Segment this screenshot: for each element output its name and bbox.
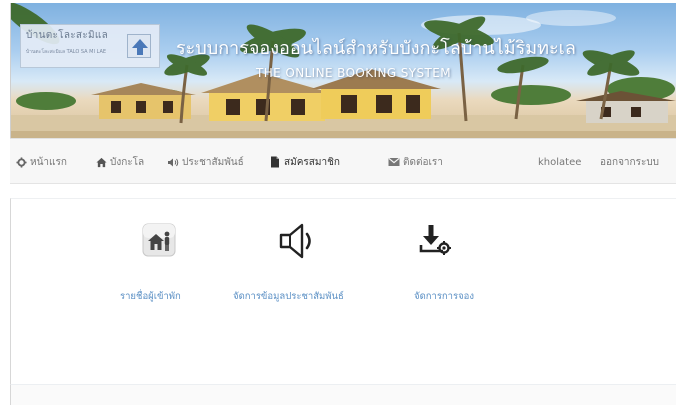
admin-dashboard: รายชื่อผู้เข้าพัก จัดการข้อมูลประชาสัมพั…: [10, 198, 676, 384]
manage-announcements-tile[interactable]: จัดการข้อมูลประชาสัมพันธ์: [231, 199, 381, 309]
tenant-list-label: รายชื่อผู้เข้าพัก: [120, 291, 181, 302]
site-subtitle: THE ONLINE BOOKING SYSTEM: [256, 66, 452, 80]
speaker-icon: [167, 156, 179, 168]
tenant-list-tile[interactable]: รายชื่อผู้เข้าพัก: [111, 199, 221, 309]
nav-announcements-label: ประชาสัมพันธ์: [182, 156, 244, 168]
site-logo[interactable]: บ้านตะโละสะมิแล บ้านตะโละสะมิแล TALO SA …: [20, 24, 160, 68]
nav-register[interactable]: สมัครสมาชิก: [269, 154, 340, 170]
nav-logout[interactable]: ออกจากระบบ: [600, 154, 659, 170]
logo-text: บ้านตะโละสะมิแล: [26, 30, 109, 41]
speaker-outline-icon: [278, 221, 322, 265]
gear-icon: [15, 156, 27, 168]
nav-bungalow-label: บังกะโล: [110, 156, 145, 168]
manage-announcements-label: จัดการข้อมูลประชาสัมพันธ์: [233, 291, 344, 302]
manage-bookings-label: จัดการการจอง: [414, 291, 475, 302]
nav-register-label: สมัครสมาชิก: [284, 156, 340, 168]
nav-bungalow[interactable]: บังกะโล: [95, 154, 144, 170]
nav-logout-label: ออกจากระบบ: [600, 156, 660, 168]
nav-username-label: kholatee: [538, 156, 582, 168]
guest-icon: [142, 223, 176, 261]
main-navbar: หน้าแรก บังกะโล ประชาสัมพันธ์ สมัครสมาชิ…: [10, 138, 676, 184]
nav-home[interactable]: หน้าแรก: [15, 154, 67, 170]
nav-contact-label: ติดต่อเรา: [403, 156, 443, 168]
page-footer: [10, 384, 676, 405]
site-title: ระบบการจองออนไลน์สำหรับบังกะโลบ้านไม้ริม…: [176, 38, 576, 59]
nav-announcements[interactable]: ประชาสัมพันธ์: [167, 154, 244, 170]
file-icon: [269, 156, 281, 168]
nav-contact[interactable]: ติดต่อเรา: [388, 154, 443, 170]
logo-subtext: บ้านตะโละสะมิแล TALO SA MI LAE: [26, 49, 107, 55]
envelope-icon: [388, 156, 400, 168]
download-settings-icon: [419, 223, 451, 261]
nav-username[interactable]: kholatee: [538, 154, 581, 170]
up-arrow-icon: [127, 34, 151, 58]
home-icon: [95, 156, 107, 168]
header-banner: บ้านตะโละสะมิแล บ้านตะโละสะมิแล TALO SA …: [10, 3, 676, 138]
nav-home-label: หน้าแรก: [30, 156, 67, 168]
manage-bookings-tile[interactable]: จัดการการจอง: [391, 199, 491, 309]
